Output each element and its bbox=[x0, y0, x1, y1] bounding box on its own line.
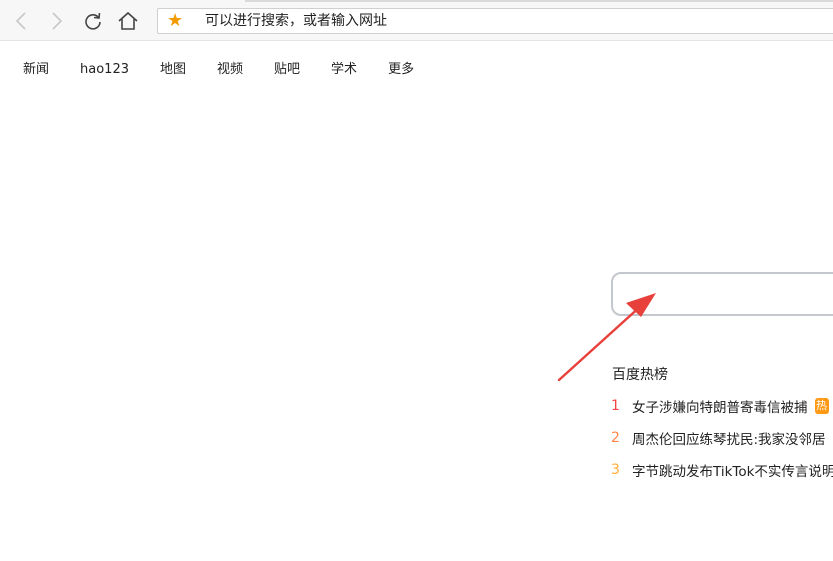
hot-list-title[interactable]: 百度热榜 bbox=[612, 364, 668, 384]
nav-link-map[interactable]: 地图 bbox=[160, 60, 186, 80]
address-placeholder[interactable]: 可以进行搜索，或者输入网址 bbox=[205, 9, 387, 33]
hot-item-text[interactable]: 周杰伦回应练琴扰民:我家没邻居 bbox=[632, 428, 826, 448]
forward-arrow-icon bbox=[52, 12, 63, 30]
nav-link-hao123[interactable]: hao123 bbox=[80, 60, 129, 80]
nav-link-video[interactable]: 视频 bbox=[217, 60, 243, 80]
hot-list-item[interactable]: 3 字节跳动发布TikTok不实传言说明 bbox=[611, 459, 833, 481]
nav-link-news[interactable]: 新闻 bbox=[23, 60, 49, 80]
search-input[interactable] bbox=[611, 272, 833, 316]
back-arrow-icon bbox=[15, 12, 26, 30]
back-button[interactable] bbox=[8, 8, 34, 34]
home-button[interactable] bbox=[115, 8, 141, 34]
hot-rank: 2 bbox=[611, 430, 620, 446]
tab-strip bbox=[245, 0, 833, 2]
reload-button[interactable] bbox=[80, 8, 106, 34]
reload-icon bbox=[85, 12, 101, 30]
nav-link-xueshu[interactable]: 学术 bbox=[331, 60, 357, 80]
hot-list: 1 女子涉嫌向特朗普寄毒信被捕 热 2 周杰伦回应练琴扰民:我家没邻居 3 字节… bbox=[611, 395, 833, 491]
hot-list-item[interactable]: 1 女子涉嫌向特朗普寄毒信被捕 热 bbox=[611, 395, 833, 417]
top-nav: 新闻 hao123 地图 视频 贴吧 学术 更多 bbox=[23, 60, 414, 80]
hot-rank: 1 bbox=[611, 398, 620, 414]
home-icon bbox=[118, 11, 138, 30]
hot-list-item[interactable]: 2 周杰伦回应练琴扰民:我家没邻居 bbox=[611, 427, 833, 449]
nav-link-tieba[interactable]: 贴吧 bbox=[274, 60, 300, 80]
forward-button[interactable] bbox=[44, 8, 70, 34]
address-bar[interactable]: ★ 可以进行搜索，或者输入网址 bbox=[157, 8, 833, 34]
nav-link-more[interactable]: 更多 bbox=[388, 60, 414, 80]
star-icon[interactable]: ★ bbox=[167, 11, 183, 31]
browser-page: ★ 可以进行搜索，或者输入网址 新闻 hao123 地图 视频 贴吧 学术 更多… bbox=[0, 0, 833, 561]
hot-item-text[interactable]: 字节跳动发布TikTok不实传言说明 bbox=[632, 460, 833, 480]
hot-badge: 热 bbox=[814, 398, 829, 414]
browser-toolbar: ★ 可以进行搜索，或者输入网址 bbox=[0, 0, 833, 41]
hot-rank: 3 bbox=[611, 462, 620, 478]
hot-item-text[interactable]: 女子涉嫌向特朗普寄毒信被捕 bbox=[632, 396, 808, 416]
